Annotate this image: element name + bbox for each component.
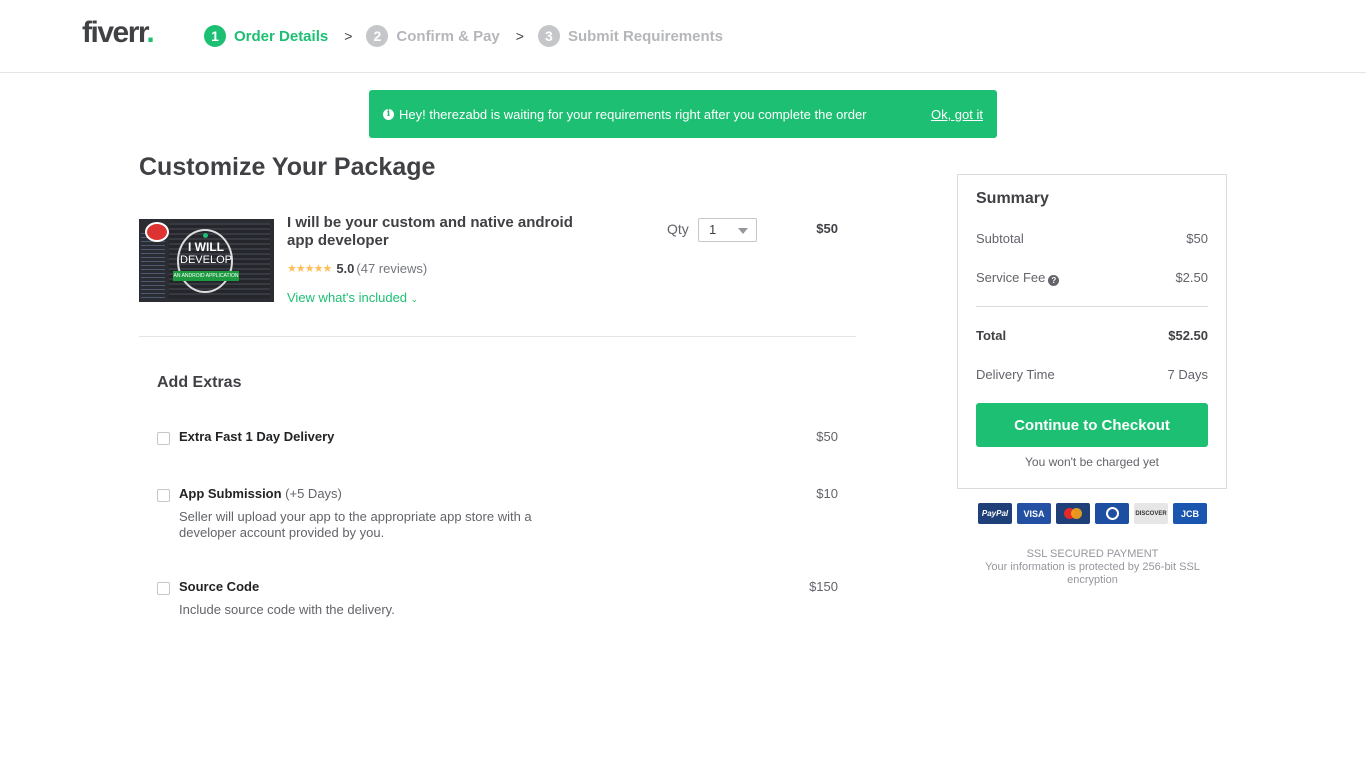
delivery-time-label: Delivery Time <box>976 367 1055 382</box>
chevron-right-icon: > <box>344 28 353 44</box>
checkout-steps: 1 Order Details > 2 Confirm & Pay > 3 Su… <box>204 24 723 48</box>
top-header: fiverr. 1 Order Details > 2 Confirm & Pa… <box>0 0 1366 73</box>
subtotal-value: $50 <box>1186 231 1208 246</box>
order-summary: Summary Subtotal $50 Service Fee? $2.50 … <box>957 174 1227 489</box>
fiverr-logo[interactable]: fiverr. <box>82 16 155 50</box>
page-title: Customize Your Package <box>139 153 436 181</box>
mastercard-circle-orange <box>1071 508 1082 519</box>
quantity-value: 1 <box>709 222 717 237</box>
step-number: 1 <box>204 25 226 47</box>
not-charged-note: You won't be charged yet <box>1025 455 1159 469</box>
ssl-title: SSL SECURED PAYMENT <box>1026 548 1159 560</box>
visa-icon: VISA <box>1017 503 1051 524</box>
thumbnail-text: DEVELOP <box>180 254 232 266</box>
extra-name-text: Extra Fast 1 Day Delivery <box>179 429 335 444</box>
extra-name: Source Code <box>179 579 259 594</box>
step-confirm-pay: 2 Confirm & Pay <box>366 25 500 47</box>
quantity-select[interactable]: 1 <box>698 218 757 242</box>
continue-to-checkout-button[interactable]: Continue to Checkout <box>976 403 1208 447</box>
extra-price: $50 <box>816 429 838 444</box>
subtotal-row: Subtotal $50 <box>976 231 1208 246</box>
summary-divider <box>976 306 1208 307</box>
extra-description: Include source code with the delivery. <box>179 602 395 617</box>
service-fee-label: Service Fee <box>976 270 1046 285</box>
step-number: 3 <box>537 25 560 47</box>
step-number: 2 <box>366 25 389 47</box>
step-order-details: 1 Order Details <box>204 25 328 47</box>
paypal-icon: PayPal <box>978 503 1012 524</box>
step-label: Order Details <box>234 27 329 45</box>
info-icon: i <box>383 108 394 120</box>
dismiss-banner-link[interactable]: Ok, got it <box>931 107 983 122</box>
thumbnail-dot <box>203 233 208 238</box>
qty-label: Qty <box>667 221 689 237</box>
review-count: (47 reviews) <box>356 261 428 276</box>
extras-title: Add Extras <box>157 374 242 391</box>
delivery-time-row: Delivery Time 7 Days <box>976 367 1208 382</box>
step-submit-requirements: 3 Submit Requirements <box>537 25 723 47</box>
chevron-down-icon: ⌄ <box>410 294 419 304</box>
star-rating-icon: ★★★★★ <box>287 263 332 275</box>
thumbnail-ribbon: AN ANDROID APPLICATION <box>173 271 239 281</box>
jcb-icon: JCB <box>1173 503 1207 524</box>
view-included-label: View what's included <box>287 290 408 305</box>
service-fee-value: $2.50 <box>1175 270 1208 285</box>
delivery-time-value: 7 Days <box>1167 367 1208 382</box>
extra-checkbox[interactable] <box>157 582 170 595</box>
total-row: Total $52.50 <box>976 328 1208 343</box>
total-label: Total <box>976 328 1007 343</box>
diners-ring <box>1105 507 1119 520</box>
extra-price: $10 <box>816 486 838 501</box>
diners-club-icon <box>1095 503 1129 524</box>
extra-suffix: (+5 Days) <box>281 486 342 501</box>
discover-icon: DISCOVER <box>1134 503 1168 524</box>
summary-title: Summary <box>976 190 1049 207</box>
extra-checkbox[interactable] <box>157 432 170 445</box>
subtotal-label: Subtotal <box>976 231 1024 246</box>
logo-dot: . <box>146 16 154 49</box>
view-included-link[interactable]: View what's included ⌄ <box>287 290 418 305</box>
extra-name: App Submission (+5 Days) <box>179 486 342 501</box>
requirements-banner: i Hey! therezabd is waiting for your req… <box>369 90 997 138</box>
gig-thumbnail[interactable]: I WILL DEVELOP AN ANDROID APPLICATION <box>139 219 274 302</box>
thumbnail-sidebar-decoration <box>141 233 165 298</box>
ssl-text: Your information is protected by 256-bit… <box>985 561 1200 586</box>
chevron-right-icon: > <box>515 28 524 44</box>
banner-message: Hey! therezabd is waiting for your requi… <box>399 106 867 122</box>
mastercard-icon <box>1056 503 1090 524</box>
rating-score: 5.0 <box>336 261 355 276</box>
extra-price: $150 <box>809 579 838 594</box>
gig-title: I will be your custom and native android… <box>287 214 573 249</box>
total-value: $52.50 <box>1168 328 1208 343</box>
ssl-info: SSL SECURED PAYMENT Your information is … <box>960 548 1225 587</box>
extra-name: Extra Fast 1 Day Delivery <box>179 429 334 444</box>
extra-checkbox[interactable] <box>157 489 170 502</box>
extra-name-text: Source Code <box>179 579 260 594</box>
thumbnail-text: I WILL <box>188 240 224 254</box>
step-label: Submit Requirements <box>567 27 723 45</box>
help-icon[interactable]: ? <box>1048 275 1060 286</box>
step-label: Confirm & Pay <box>396 27 500 45</box>
thumbnail-badge <box>145 222 169 242</box>
caret-down-icon <box>738 228 748 234</box>
gig-rating: ★★★★★ 5.0 (47 reviews) <box>287 261 427 276</box>
service-fee-row: Service Fee? $2.50 <box>976 270 1208 286</box>
logo-text: fiverr <box>82 16 148 49</box>
extra-name-text: App Submission <box>179 486 282 501</box>
section-divider <box>139 336 856 337</box>
extra-description: Seller will upload your app to the appro… <box>179 509 532 540</box>
payment-methods: PayPal VISA DISCOVER JCB <box>978 503 1207 524</box>
gig-price: $50 <box>816 221 838 236</box>
